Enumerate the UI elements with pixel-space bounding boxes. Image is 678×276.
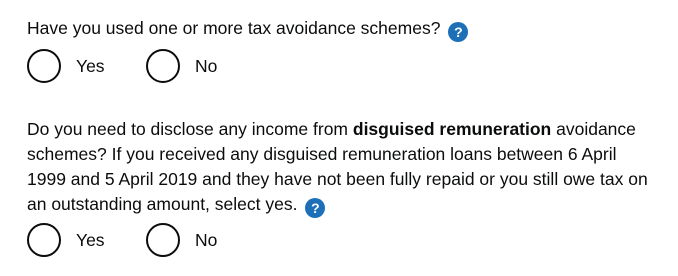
radio-label-no: No (195, 55, 218, 76)
radio-option-no[interactable]: No (146, 49, 217, 83)
question-disguised-remuneration: Do you need to disclose any income from … (27, 117, 657, 218)
question-tax-avoidance-schemes: Have you used one or more tax avoidance … (27, 16, 667, 42)
radio-group-tax-avoidance: Yes No (27, 49, 257, 83)
help-icon[interactable]: ? (448, 22, 469, 42)
radio-label-no: No (195, 229, 218, 250)
radio-option-yes[interactable]: Yes (27, 49, 106, 83)
radio-option-yes[interactable]: Yes (27, 223, 106, 257)
question-text-bold: disguised remuneration (352, 119, 552, 139)
radio-group-disguised-remuneration: Yes No (27, 223, 257, 257)
question-text-before: Do you need to disclose any income from (27, 119, 353, 139)
question-text: Have you used one or more tax avoidance … (27, 18, 441, 38)
help-icon[interactable]: ? (305, 198, 326, 218)
radio-button-yes[interactable] (27, 223, 61, 257)
radio-option-no[interactable]: No (146, 223, 217, 257)
radio-label-yes: Yes (76, 55, 105, 76)
radio-button-no[interactable] (146, 49, 180, 83)
radio-button-yes[interactable] (27, 49, 61, 83)
radio-label-yes: Yes (76, 229, 105, 250)
radio-button-no[interactable] (146, 223, 180, 257)
